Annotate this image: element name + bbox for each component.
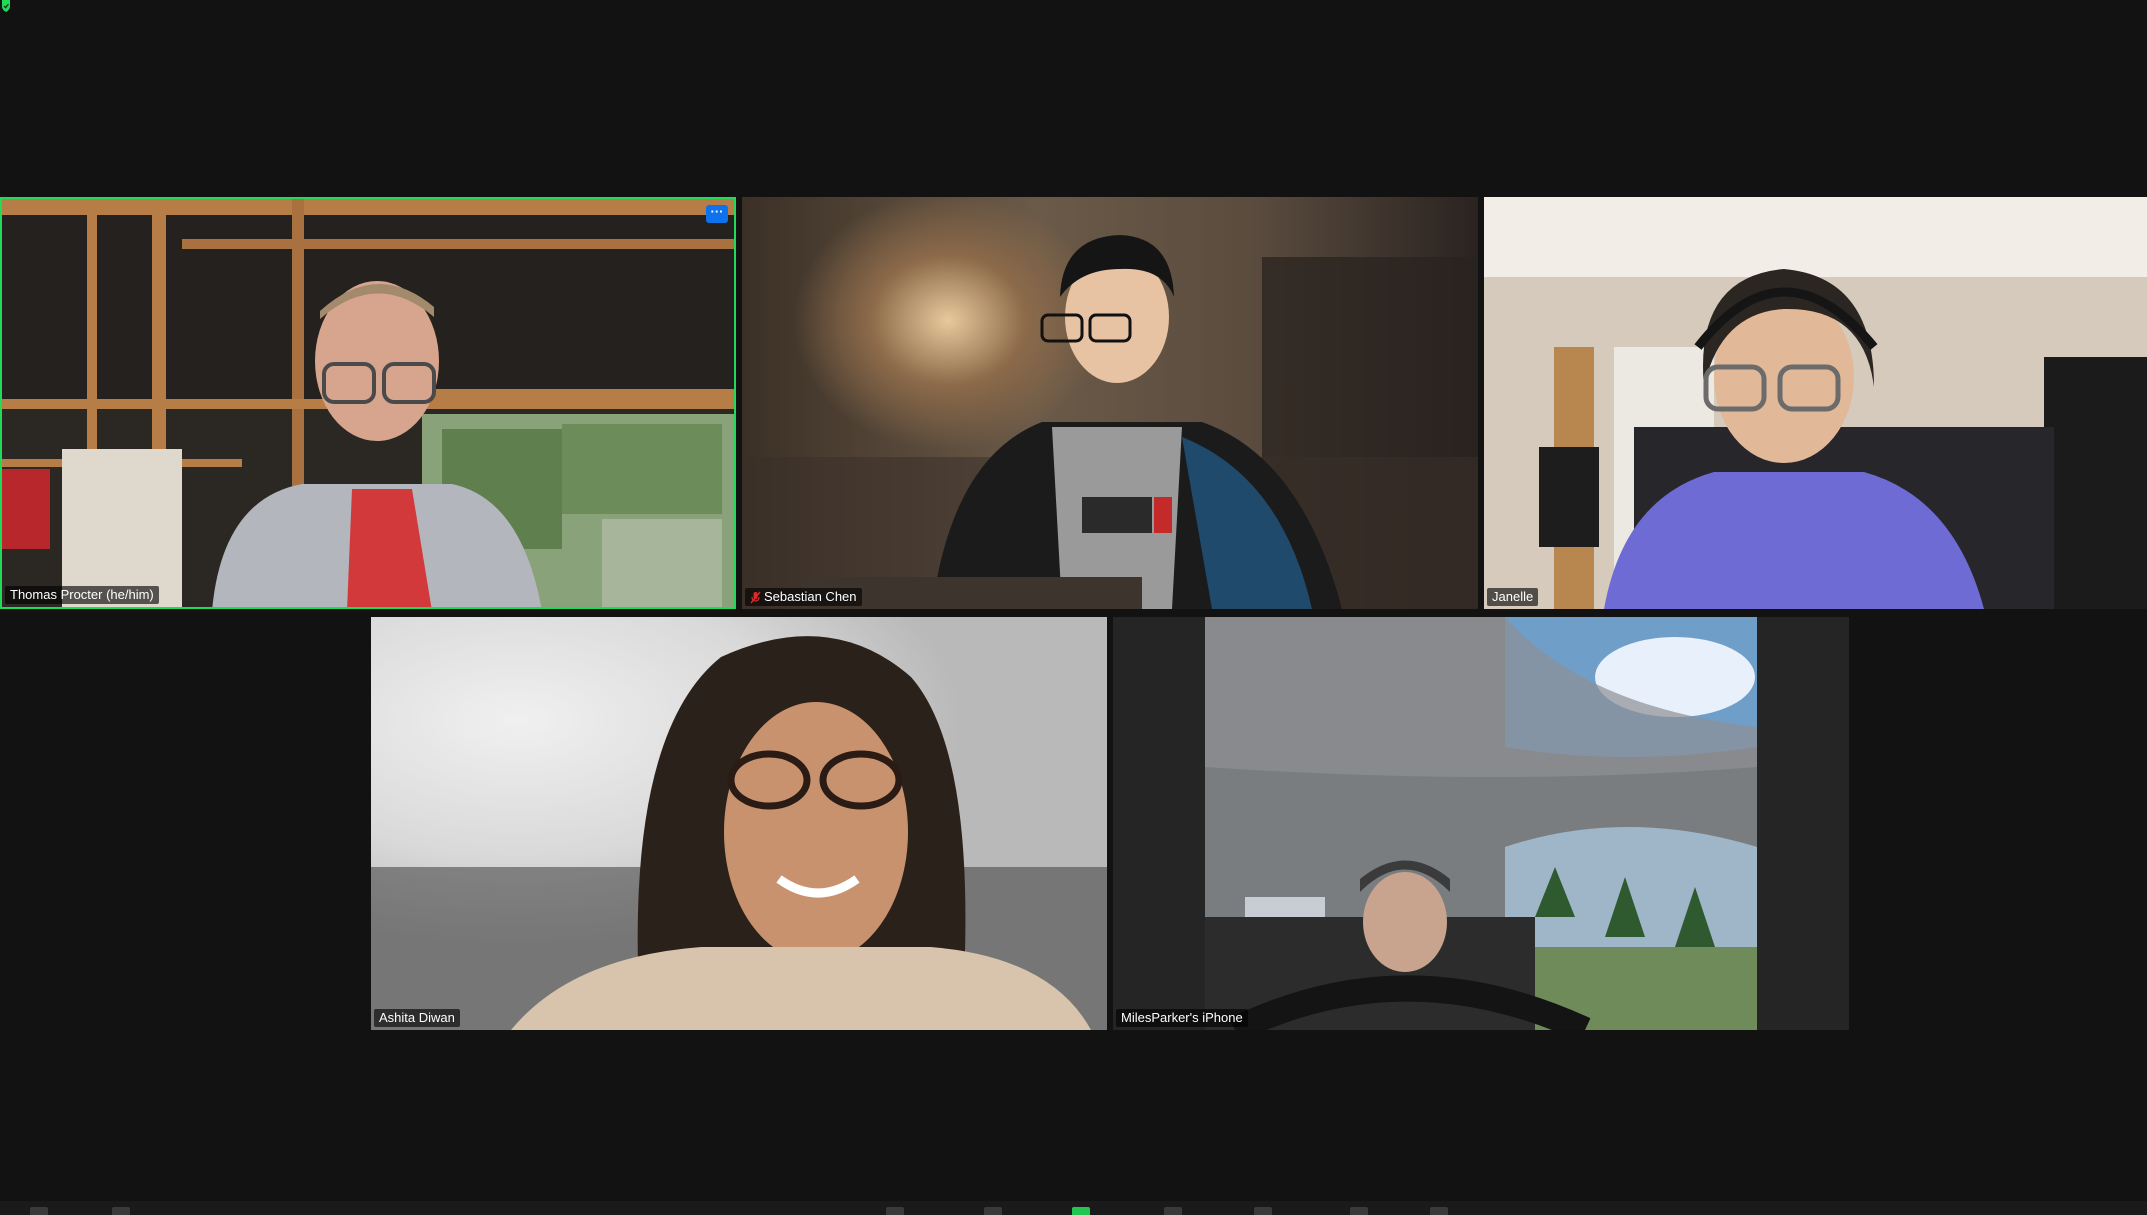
record-icon[interactable] <box>1164 1207 1182 1215</box>
participant-tile-janelle[interactable]: Janelle <box>1484 197 2147 609</box>
participant-name-tag: Ashita Diwan <box>374 1009 460 1027</box>
participant-tile-sebastian[interactable]: Sebastian Chen <box>742 197 1478 609</box>
mute-mic-icon[interactable] <box>30 1207 48 1215</box>
more-icon[interactable] <box>1430 1207 1448 1215</box>
video-feed <box>742 197 1478 609</box>
video-feed <box>1205 617 1757 1030</box>
apps-icon[interactable] <box>1350 1207 1368 1215</box>
participant-name-tag: Janelle <box>1487 588 1539 606</box>
stop-video-icon[interactable] <box>112 1207 130 1215</box>
participant-name-tag: Thomas Procter (he/him) <box>5 586 159 604</box>
participant-tile-ashita[interactable]: Ashita Diwan <box>371 617 1107 1030</box>
participant-name: Sebastian Chen <box>764 589 857 604</box>
shield-check-icon <box>2 0 10 12</box>
participant-name: MilesParker's iPhone <box>1121 1010 1243 1025</box>
more-options-button[interactable]: ··· <box>706 205 728 223</box>
participant-name-tag: MilesParker's iPhone <box>1116 1009 1248 1027</box>
video-call-window: ··· Thomas Procter (he/him) Sebastian Ch… <box>0 0 2147 1215</box>
participant-name: Janelle <box>1492 589 1534 604</box>
participant-name: Thomas Procter (he/him) <box>10 587 154 602</box>
participant-tile-miles[interactable]: MilesParker's iPhone <box>1113 617 1849 1030</box>
participant-name-tag: Sebastian Chen <box>745 588 862 606</box>
participants-icon[interactable] <box>886 1207 904 1215</box>
video-feed <box>1484 197 2147 609</box>
video-feed <box>371 617 1107 1030</box>
participant-name: Ashita Diwan <box>379 1010 455 1025</box>
video-feed <box>2 199 734 607</box>
share-screen-icon[interactable] <box>1072 1207 1090 1215</box>
participant-tile-thomas[interactable]: ··· Thomas Procter (he/him) <box>0 197 736 609</box>
chat-icon[interactable] <box>984 1207 1002 1215</box>
meeting-controls-toolbar <box>0 1201 2147 1215</box>
reactions-icon[interactable] <box>1254 1207 1272 1215</box>
muted-mic-icon <box>750 591 761 603</box>
